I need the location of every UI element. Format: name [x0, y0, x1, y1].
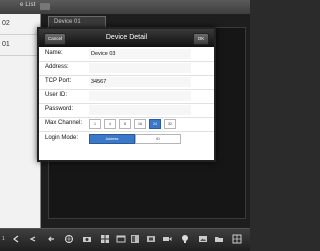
- top-bar: e List: [0, 0, 250, 15]
- device-detail-dialog: Device Detail Cancel OK Name: Address: T…: [37, 27, 216, 162]
- device-list-panel: 02 01: [0, 14, 41, 228]
- top-control-icon[interactable]: [40, 3, 50, 10]
- tcp-port-field[interactable]: [89, 77, 191, 87]
- login-mode-address[interactable]: Address: [89, 134, 135, 144]
- user-id-field[interactable]: [89, 91, 191, 101]
- user-id-label: User ID:: [45, 92, 68, 98]
- max-channel-label: Max Channel:: [45, 120, 83, 126]
- max-channel-selector: 1 4 8 16 24 32: [89, 119, 176, 129]
- back-arrow-icon[interactable]: [46, 234, 56, 244]
- channel-option-1[interactable]: 1: [89, 119, 101, 129]
- grid-alt-icon[interactable]: [232, 234, 242, 244]
- video-icon[interactable]: [162, 234, 172, 244]
- ok-button[interactable]: OK: [193, 33, 209, 45]
- max-channel-row: Max Channel: 1 4 8 16 24 32: [39, 117, 214, 132]
- channel-option-16[interactable]: 16: [134, 119, 146, 129]
- login-mode-row: Login Mode: Address ID: [39, 132, 214, 146]
- layout-icon[interactable]: [130, 234, 140, 244]
- bottom-toolbar: 1: [0, 228, 250, 251]
- name-label: Name:: [45, 50, 63, 56]
- tcp-port-row: TCP Port:: [39, 75, 214, 90]
- login-mode-id[interactable]: ID: [135, 134, 181, 144]
- password-label: Password:: [45, 106, 74, 112]
- channel-option-32[interactable]: 32: [164, 119, 176, 129]
- tab-device-01[interactable]: Device 01: [48, 16, 106, 27]
- back-arrow-icon[interactable]: [28, 234, 38, 244]
- channel-option-8[interactable]: 8: [119, 119, 131, 129]
- device-list-title: e List: [20, 2, 36, 8]
- device-list-item[interactable]: 01: [0, 35, 40, 56]
- folder-icon[interactable]: [214, 234, 224, 244]
- password-field[interactable]: [89, 105, 191, 115]
- cancel-button[interactable]: Cancel: [44, 33, 66, 45]
- lightbulb-icon[interactable]: [180, 234, 190, 244]
- tcp-port-label: TCP Port:: [45, 78, 72, 84]
- channel-option-4[interactable]: 4: [104, 119, 116, 129]
- channel-option-24[interactable]: 24: [149, 119, 161, 129]
- grid-icon[interactable]: [100, 234, 110, 244]
- address-label: Address:: [45, 64, 69, 70]
- film-icon[interactable]: [146, 234, 156, 244]
- address-row: Address:: [39, 61, 214, 76]
- status-time: 1: [2, 236, 5, 242]
- globe-icon[interactable]: [64, 234, 74, 244]
- address-field[interactable]: [89, 63, 191, 73]
- password-row: Password:: [39, 103, 214, 118]
- name-row: Name:: [39, 47, 214, 62]
- login-mode-selector: Address ID: [89, 134, 181, 144]
- user-id-row: User ID:: [39, 89, 214, 104]
- image-icon[interactable]: [198, 234, 208, 244]
- name-field[interactable]: [89, 49, 191, 59]
- login-mode-label: Login Mode:: [45, 135, 79, 141]
- camera-icon[interactable]: [82, 234, 92, 244]
- dialog-header: Device Detail Cancel OK: [39, 29, 214, 47]
- back-arrow-icon[interactable]: [12, 234, 22, 244]
- window-icon[interactable]: [116, 234, 126, 244]
- device-list-item[interactable]: 02: [0, 14, 40, 35]
